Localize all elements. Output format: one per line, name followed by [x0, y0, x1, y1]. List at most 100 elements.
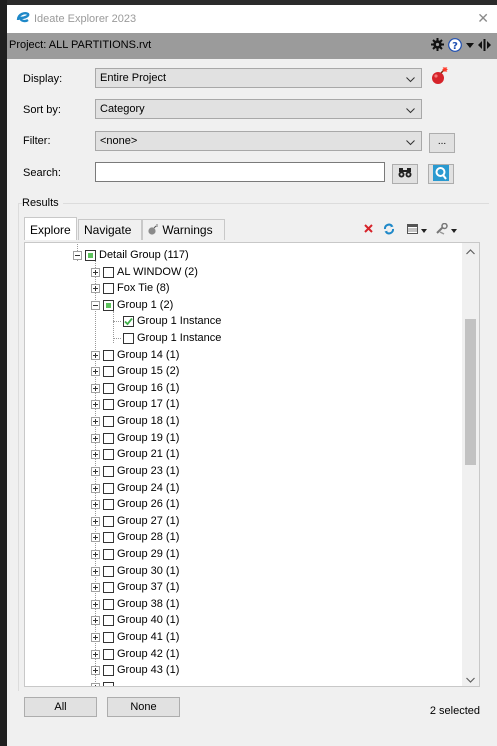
quick-search-button[interactable]	[428, 164, 454, 184]
expand-icon[interactable]	[91, 499, 100, 509]
scroll-down-icon[interactable]	[466, 675, 475, 685]
tree-row[interactable]: Group 43 (1)	[91, 662, 179, 678]
bomb-icon[interactable]	[430, 66, 450, 89]
refresh-icon[interactable]	[383, 223, 395, 238]
tree-row[interactable]: Group 1 (2)	[91, 297, 173, 313]
results-tree[interactable]: Detail Group (117) AL WINDOW (2) Fox Tie…	[24, 242, 480, 687]
filter-options-button[interactable]: ...	[429, 133, 455, 153]
expand-icon[interactable]	[91, 399, 100, 409]
tree-row[interactable]: Group 27 (1)	[91, 513, 179, 529]
tree-checkbox[interactable]	[103, 465, 114, 477]
expand-icon[interactable]	[91, 615, 100, 625]
expand-icon[interactable]	[91, 532, 100, 542]
expand-icon[interactable]	[91, 566, 100, 576]
tree-row[interactable]: Group 30 (1)	[91, 563, 179, 579]
tree-scrollbar[interactable]	[462, 243, 479, 686]
tree-checkbox-checked[interactable]	[123, 315, 134, 327]
tree-checkbox[interactable]	[103, 648, 114, 660]
expand-icon[interactable]	[91, 632, 100, 642]
expand-icon[interactable]	[91, 350, 100, 360]
tree-checkbox[interactable]	[103, 515, 114, 527]
expand-icon[interactable]	[91, 516, 100, 526]
search-input[interactable]	[95, 162, 385, 182]
tree-checkbox[interactable]	[103, 349, 114, 361]
tree-row[interactable]: Group 21 (1)	[91, 446, 179, 462]
columns-icon[interactable]	[407, 223, 418, 237]
expand-icon[interactable]	[91, 665, 100, 675]
expand-icon[interactable]	[91, 599, 100, 609]
tree-checkbox[interactable]	[103, 482, 114, 494]
tree-row[interactable]: Group 16 (1)	[91, 380, 179, 396]
tree-checkbox[interactable]	[103, 432, 114, 444]
expand-icon[interactable]	[91, 366, 100, 376]
dock-arrows-icon[interactable]	[478, 38, 491, 54]
expand-icon[interactable]	[91, 383, 100, 393]
tree-checkbox[interactable]	[103, 266, 114, 278]
expand-icon[interactable]	[91, 267, 100, 277]
tree-checkbox[interactable]	[85, 249, 96, 261]
tree-row[interactable]: Group 37 (1)	[91, 579, 179, 595]
tree-row[interactable]: AL WINDOW (2)	[91, 264, 198, 280]
collapse-icon[interactable]	[73, 250, 82, 260]
chevron-down-icon[interactable]	[451, 224, 457, 236]
expand-icon[interactable]	[91, 649, 100, 659]
expand-icon[interactable]	[91, 466, 100, 476]
chevron-down-icon[interactable]	[421, 224, 427, 236]
tree-checkbox[interactable]	[103, 382, 114, 394]
tab-navigate[interactable]: Navigate	[78, 219, 142, 240]
tree-row[interactable]: Fox Tie (8)	[91, 280, 170, 296]
tree-checkbox[interactable]	[103, 498, 114, 510]
sort-select[interactable]: Category	[95, 99, 422, 119]
tree-checkbox[interactable]	[103, 299, 114, 311]
filter-select[interactable]: <none>	[95, 131, 422, 151]
tree-checkbox[interactable]	[103, 448, 114, 460]
tree-row[interactable]: Group 18 (1)	[91, 413, 179, 429]
tree-checkbox[interactable]	[103, 531, 114, 543]
tree-row[interactable]: Group 24 (1)	[91, 480, 179, 496]
tree-checkbox[interactable]	[103, 548, 114, 560]
tree-checkbox[interactable]	[103, 581, 114, 593]
collapse-icon[interactable]	[91, 300, 100, 310]
tree-checkbox[interactable]	[103, 631, 114, 643]
tree-row[interactable]: Group 19 (1)	[91, 430, 179, 446]
tree-root-row[interactable]: Detail Group (117)	[73, 247, 189, 263]
tree-row[interactable]: Group 1 Instance	[113, 330, 221, 346]
tree-checkbox[interactable]	[103, 415, 114, 427]
tree-row[interactable]: Group 40 (1)	[91, 612, 179, 628]
expand-icon[interactable]	[91, 433, 100, 443]
tree-checkbox[interactable]	[103, 282, 114, 294]
tree-row[interactable]: Group 28 (1)	[91, 529, 179, 545]
scroll-thumb[interactable]	[465, 319, 476, 465]
expand-icon[interactable]	[91, 549, 100, 559]
select-none-button[interactable]: None	[107, 697, 180, 717]
tab-warnings[interactable]: Warnings	[142, 219, 225, 240]
tree-row[interactable]: Group 26 (1)	[91, 496, 179, 512]
tree-checkbox[interactable]	[103, 565, 114, 577]
expand-icon[interactable]	[91, 483, 100, 493]
tab-explore[interactable]: Explore	[24, 217, 77, 240]
expand-icon[interactable]	[91, 582, 100, 592]
tree-row[interactable]: Group 29 (1)	[91, 546, 179, 562]
tree-checkbox[interactable]	[103, 365, 114, 377]
tree-checkbox[interactable]	[103, 398, 114, 410]
tree-checkbox[interactable]	[103, 598, 114, 610]
tree-row[interactable]: Group 17 (1)	[91, 396, 179, 412]
tree-row[interactable]: Group 42 (1)	[91, 646, 179, 662]
gear-icon[interactable]	[431, 38, 444, 54]
tree-checkbox[interactable]	[103, 614, 114, 626]
tree-row[interactable]: Group 1 Instance	[113, 313, 221, 329]
chevron-down-icon[interactable]	[466, 40, 474, 52]
tree-row[interactable]: Group 41 (1)	[91, 629, 179, 645]
binoculars-button[interactable]	[392, 164, 418, 184]
tree-row[interactable]: Group 23 (1)	[91, 463, 179, 479]
select-all-button[interactable]: All	[24, 697, 97, 717]
delete-icon[interactable]	[364, 224, 373, 236]
expand-icon[interactable]	[91, 449, 100, 459]
tools-icon[interactable]	[435, 222, 448, 238]
help-icon[interactable]: ?	[448, 37, 462, 55]
tree-row[interactable]: Group 38 (1)	[91, 596, 179, 612]
tree-row[interactable]: Group 15 (2)	[91, 363, 179, 379]
expand-icon[interactable]	[91, 416, 100, 426]
tree-checkbox[interactable]	[123, 332, 134, 344]
tree-row[interactable]: Group 14 (1)	[91, 347, 179, 363]
